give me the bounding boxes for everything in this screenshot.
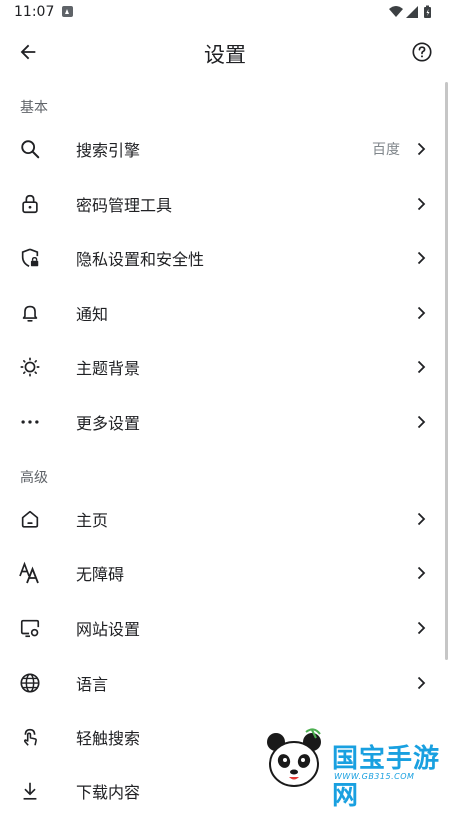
section-header-basic: 基本 — [20, 100, 48, 116]
home-icon — [18, 507, 42, 531]
settings-item-label: 下载内容 — [76, 783, 141, 802]
download-icon — [18, 779, 42, 803]
battery-icon — [424, 5, 431, 18]
watermark-subtitle: WWW.GB315.COM — [334, 772, 415, 781]
status-time: 11:07 — [14, 4, 55, 20]
settings-item-label: 隐私设置和安全性 — [76, 250, 205, 269]
settings-item-privacy-security[interactable]: 隐私设置和安全性 — [0, 231, 446, 285]
chevron-right-icon — [414, 360, 428, 374]
settings-item-password-manager[interactable]: 密码管理工具 — [0, 177, 446, 231]
settings-item-theme[interactable]: 主题背景 — [0, 340, 446, 394]
settings-item-label: 更多设置 — [76, 414, 141, 433]
chevron-right-icon — [414, 251, 428, 265]
bell-icon — [18, 301, 42, 325]
brightness-icon — [18, 355, 42, 379]
chevron-right-icon — [414, 566, 428, 580]
watermark: 国宝手游网 WWW.GB315.COM — [248, 722, 450, 811]
settings-item-more-settings[interactable]: 更多设置 — [0, 395, 446, 449]
settings-item-label: 通知 — [76, 305, 109, 324]
settings-item-language[interactable]: 语言 — [0, 656, 446, 710]
notification-icon — [62, 6, 73, 17]
search-icon — [18, 137, 42, 161]
wifi-icon — [389, 6, 403, 17]
settings-item-label: 网站设置 — [76, 620, 141, 639]
text-size-icon — [18, 561, 42, 585]
section-header-advanced: 高级 — [20, 470, 48, 486]
touch-search-icon — [18, 725, 42, 749]
status-icons — [388, 5, 436, 19]
site-settings-icon — [18, 616, 42, 640]
settings-item-search-engine[interactable]: 搜索引擎 百度 — [0, 122, 446, 176]
help-button[interactable] — [404, 34, 440, 70]
page-title: 设置 — [204, 43, 246, 67]
chevron-right-icon — [414, 306, 428, 320]
settings-item-label: 轻触搜索 — [76, 729, 141, 748]
globe-icon — [18, 671, 42, 695]
chevron-right-icon — [414, 415, 428, 429]
settings-item-label: 主题背景 — [76, 359, 141, 378]
settings-item-site-settings[interactable]: 网站设置 — [0, 601, 446, 655]
app-bar: 设置 — [0, 26, 450, 82]
settings-item-value: 百度 — [372, 142, 400, 158]
chevron-right-icon — [414, 621, 428, 635]
more-horiz-icon — [18, 410, 42, 434]
signal-icon — [406, 6, 418, 18]
help-icon — [412, 42, 432, 62]
chevron-right-icon — [414, 142, 428, 156]
settings-item-label: 密码管理工具 — [76, 196, 173, 215]
settings-item-homepage[interactable]: 主页 — [0, 492, 446, 546]
panda-logo-icon — [267, 728, 321, 787]
status-bar: 11:07 — [0, 0, 450, 26]
settings-item-accessibility[interactable]: 无障碍 — [0, 546, 446, 600]
lock-icon — [18, 192, 42, 216]
chevron-right-icon — [414, 676, 428, 690]
settings-item-label: 主页 — [76, 511, 109, 530]
settings-item-label: 语言 — [76, 675, 109, 694]
settings-item-label: 搜索引擎 — [76, 141, 141, 160]
chevron-right-icon — [414, 197, 428, 211]
settings-item-label: 无障碍 — [76, 565, 125, 584]
shield-lock-icon — [18, 246, 42, 270]
chevron-right-icon — [414, 512, 428, 526]
settings-item-notifications[interactable]: 通知 — [0, 286, 446, 340]
